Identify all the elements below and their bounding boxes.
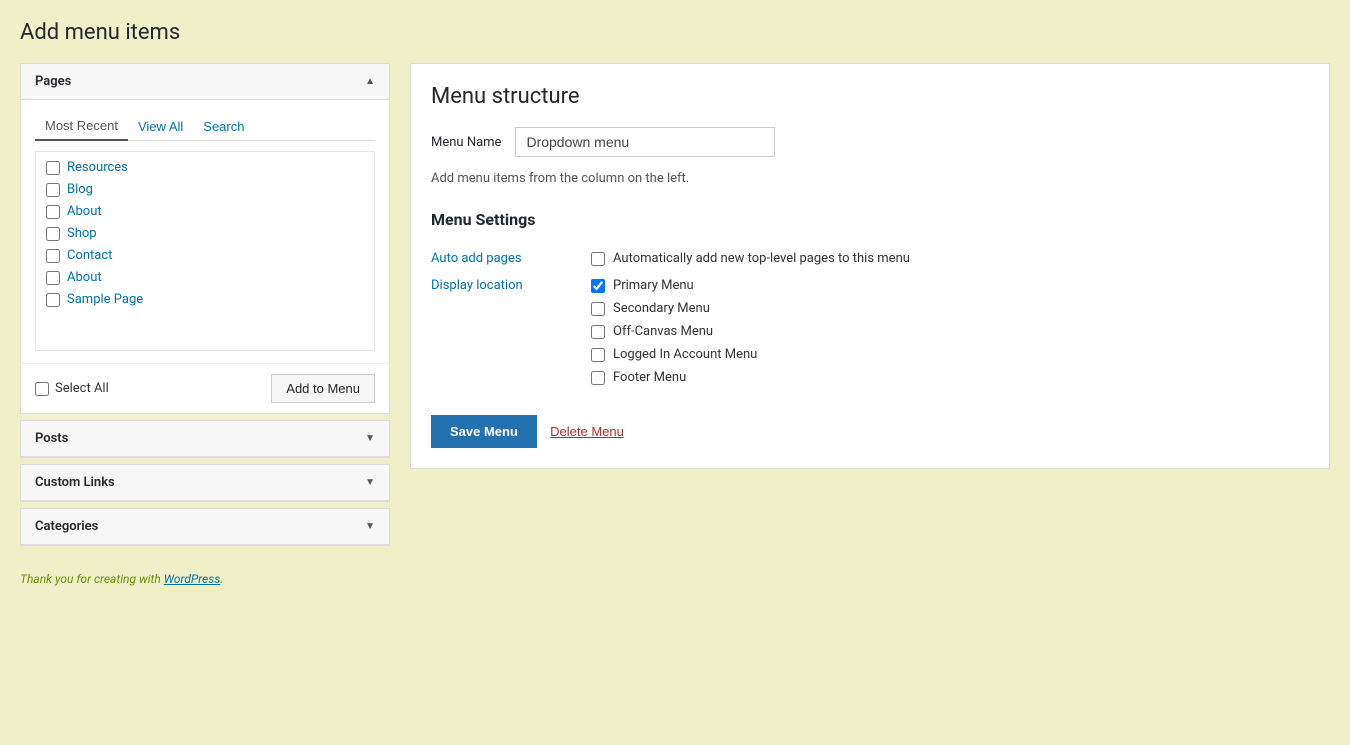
custom-links-section-label: Custom Links — [35, 475, 115, 490]
auto-add-option: Automatically add new top-level pages to… — [591, 251, 1309, 266]
categories-section: Categories ▼ — [20, 508, 390, 546]
page-label-about1[interactable]: About — [67, 204, 102, 219]
categories-accordion-header[interactable]: Categories ▼ — [21, 509, 389, 545]
page-label-shop[interactable]: Shop — [67, 226, 97, 241]
footer-text-before: Thank you for creating with — [20, 572, 164, 586]
page-checkbox-about1[interactable] — [46, 205, 60, 219]
pages-collapse-arrow[interactable]: ▲ — [365, 76, 375, 87]
auto-add-checkbox[interactable] — [591, 252, 605, 266]
location-off-canvas: Off-Canvas Menu — [591, 324, 1309, 339]
page-item-resources: Resources — [46, 160, 364, 175]
location-secondary: Secondary Menu — [591, 301, 1309, 316]
custom-links-collapse-arrow[interactable]: ▼ — [365, 477, 375, 488]
location-logged-in-checkbox[interactable] — [591, 348, 605, 362]
page-item-shop: Shop — [46, 226, 364, 241]
posts-accordion-header[interactable]: Posts ▼ — [21, 421, 389, 457]
display-location-options: Primary Menu Secondary Menu Off-Canvas M… — [591, 272, 1309, 391]
auto-add-pages-label: Auto add pages — [431, 245, 591, 272]
custom-links-section: Custom Links ▼ — [20, 464, 390, 502]
page-checkbox-shop[interactable] — [46, 227, 60, 241]
right-column: Menu structure Menu Name Add menu items … — [410, 63, 1330, 469]
page-item-sample: Sample Page — [46, 292, 364, 307]
location-footer-label: Footer Menu — [613, 370, 686, 385]
posts-section-label: Posts — [35, 431, 68, 446]
menu-structure-title: Menu structure — [431, 84, 1309, 109]
location-footer: Footer Menu — [591, 370, 1309, 385]
display-location-row: Display location Primary Menu Secondary … — [431, 272, 1309, 391]
tab-view-all[interactable]: View All — [128, 112, 193, 140]
location-primary: Primary Menu — [591, 278, 1309, 293]
select-all-checkbox[interactable] — [35, 382, 49, 396]
auto-add-option-label: Automatically add new top-level pages to… — [613, 251, 910, 266]
display-location-options-list: Primary Menu Secondary Menu Off-Canvas M… — [591, 278, 1309, 385]
location-primary-label: Primary Menu — [613, 278, 694, 293]
footer-text-after: . — [220, 572, 223, 586]
menu-hint: Add menu items from the column on the le… — [431, 171, 1309, 186]
location-off-canvas-checkbox[interactable] — [591, 325, 605, 339]
location-secondary-checkbox[interactable] — [591, 302, 605, 316]
tab-search[interactable]: Search — [193, 112, 254, 140]
select-all-label[interactable]: Select All — [55, 381, 109, 396]
pages-tab-row: Most Recent View All Search — [35, 112, 375, 141]
menu-name-row: Menu Name — [431, 127, 1309, 157]
page-item-about1: About — [46, 204, 364, 219]
page-item-contact: Contact — [46, 248, 364, 263]
page-label-about2[interactable]: About — [67, 270, 102, 285]
auto-add-options-list: Automatically add new top-level pages to… — [591, 251, 1309, 266]
tab-most-recent[interactable]: Most Recent — [35, 112, 128, 141]
auto-add-pages-row: Auto add pages Automatically add new top… — [431, 245, 1309, 272]
categories-section-label: Categories — [35, 519, 98, 534]
action-buttons: Save Menu Delete Menu — [431, 415, 1309, 448]
page-checkbox-contact[interactable] — [46, 249, 60, 263]
pages-section-label: Pages — [35, 74, 71, 89]
pages-accordion-body: Most Recent View All Search Resources Bl… — [21, 100, 389, 363]
footer: Thank you for creating with WordPress. — [20, 572, 1330, 586]
page-checkbox-blog[interactable] — [46, 183, 60, 197]
menu-name-label: Menu Name — [431, 135, 501, 150]
select-all-row: Select All — [35, 381, 109, 396]
page-checkbox-resources[interactable] — [46, 161, 60, 175]
location-off-canvas-label: Off-Canvas Menu — [613, 324, 713, 339]
page-item-blog: Blog — [46, 182, 364, 197]
menu-name-input[interactable] — [515, 127, 775, 157]
categories-collapse-arrow[interactable]: ▼ — [365, 521, 375, 532]
page-checkbox-sample[interactable] — [46, 293, 60, 307]
page-item-about2: About — [46, 270, 364, 285]
posts-collapse-arrow[interactable]: ▼ — [365, 433, 375, 444]
page-label-contact[interactable]: Contact — [67, 248, 112, 263]
location-logged-in-label: Logged In Account Menu — [613, 347, 757, 362]
page-checkbox-about2[interactable] — [46, 271, 60, 285]
custom-links-accordion-header[interactable]: Custom Links ▼ — [21, 465, 389, 501]
location-primary-checkbox[interactable] — [591, 279, 605, 293]
page-label-sample[interactable]: Sample Page — [67, 292, 143, 307]
save-menu-button[interactable]: Save Menu — [431, 415, 537, 448]
location-secondary-label: Secondary Menu — [613, 301, 710, 316]
page-label-blog[interactable]: Blog — [67, 182, 93, 197]
delete-menu-button[interactable]: Delete Menu — [550, 424, 624, 439]
page-label-resources[interactable]: Resources — [67, 160, 128, 175]
location-logged-in: Logged In Account Menu — [591, 347, 1309, 362]
menu-settings-title: Menu Settings — [431, 210, 1309, 229]
posts-section: Posts ▼ — [20, 420, 390, 458]
display-location-label: Display location — [431, 272, 591, 391]
pages-checkbox-list: Resources Blog About Shop — [35, 151, 375, 351]
wordpress-link[interactable]: WordPress — [164, 572, 221, 586]
location-footer-checkbox[interactable] — [591, 371, 605, 385]
settings-table: Auto add pages Automatically add new top… — [431, 245, 1309, 391]
pages-accordion-footer: Select All Add to Menu — [21, 363, 389, 413]
auto-add-pages-options: Automatically add new top-level pages to… — [591, 245, 1309, 272]
pages-section: Pages ▲ Most Recent View All Search Reso… — [20, 63, 390, 414]
pages-accordion-header[interactable]: Pages ▲ — [21, 64, 389, 100]
add-to-menu-button[interactable]: Add to Menu — [271, 374, 375, 403]
left-column: Pages ▲ Most Recent View All Search Reso… — [20, 63, 390, 552]
page-title: Add menu items — [20, 20, 1330, 45]
